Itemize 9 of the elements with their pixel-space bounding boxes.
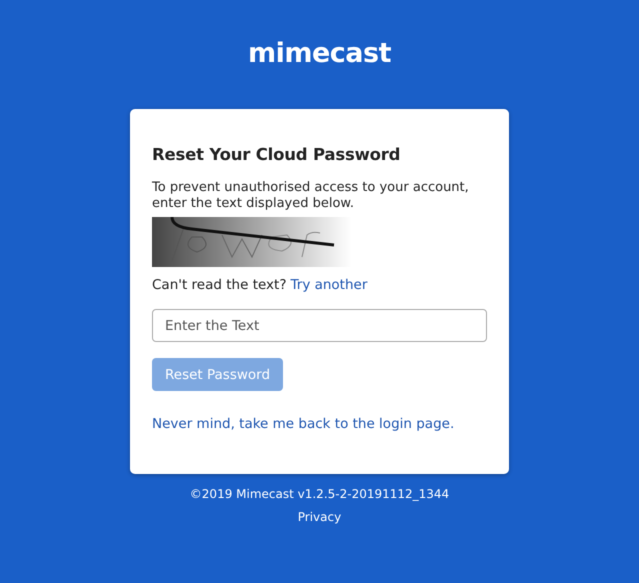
privacy-link[interactable]: Privacy [298, 510, 342, 524]
mimecast-logo: mimecast [248, 38, 392, 69]
back-to-login-link[interactable]: Never mind, take me back to the login page. [152, 416, 487, 432]
captcha-input-field[interactable]: Enter the Text [152, 309, 487, 342]
card-title: Reset Your Cloud Password [152, 145, 402, 164]
try-another-link[interactable]: Try another [290, 277, 368, 293]
copyright-text: ©2019 Mimecast v1.2.5-2-20191112_1344 [190, 487, 450, 501]
instructions-text: To prevent unauthorised access to your account, enter the text displayed below. [152, 180, 470, 212]
retry-prompt: Can't read the text? [152, 277, 286, 293]
